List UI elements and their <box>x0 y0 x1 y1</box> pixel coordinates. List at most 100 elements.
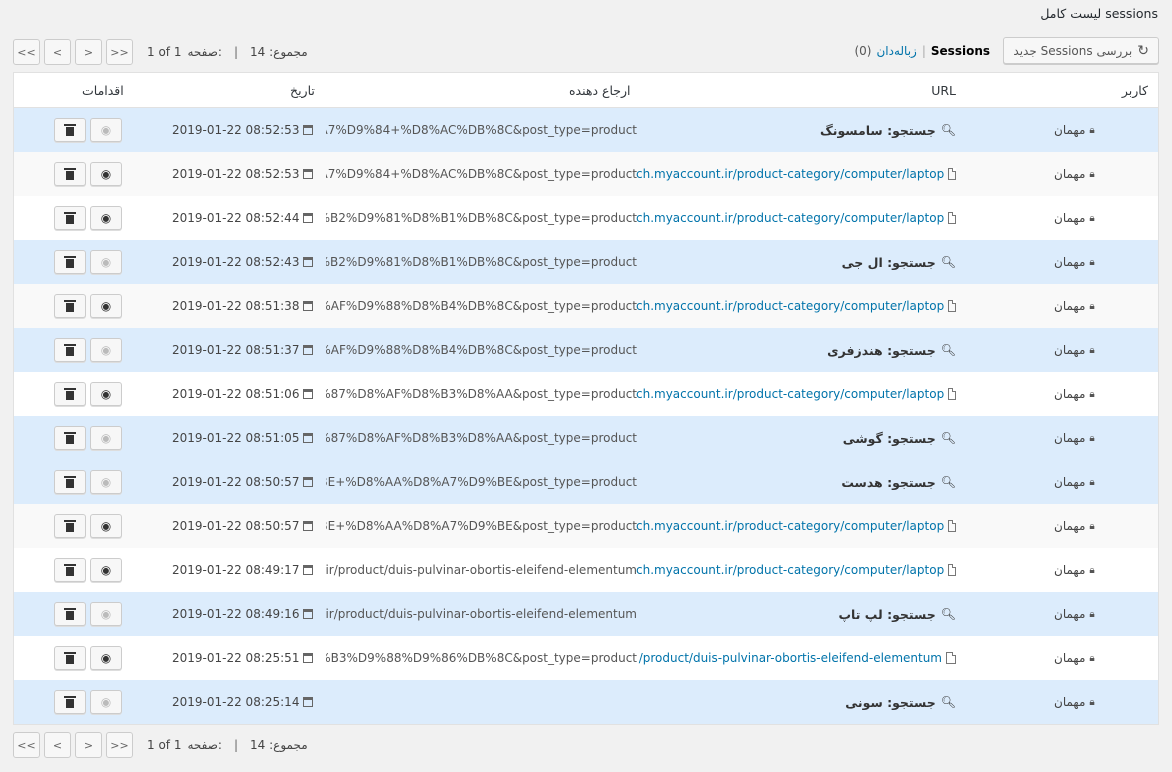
file-icon <box>948 168 956 180</box>
session-user-label: مهمان <box>1054 299 1086 313</box>
user-lock-icon: 🔒︎ <box>1089 652 1095 664</box>
session-url-link[interactable]: ch.myaccount.ir/product-category/compute… <box>636 563 944 577</box>
eye-icon: ◉ <box>100 387 112 401</box>
page-info: 1 of 1 <box>147 45 182 59</box>
view-button[interactable]: ◉ <box>90 646 122 670</box>
view-button[interactable]: ◉ <box>90 602 122 626</box>
table-row: 🔒︎ مهمان ch.myaccount.ir/product-category/… <box>14 284 1158 328</box>
search-icon: 🔍︎ <box>940 695 956 709</box>
session-user: 🔒︎ مهمان <box>1054 108 1144 152</box>
view-button[interactable]: ◉ <box>90 426 122 450</box>
view-button[interactable]: ◉ <box>90 690 122 714</box>
session-url-link[interactable]: ch.myaccount.ir/product-category/compute… <box>636 519 944 533</box>
column-user: کاربر <box>1121 83 1148 98</box>
delete-button[interactable] <box>54 382 86 406</box>
session-actions: ◉ <box>54 240 126 284</box>
session-user-label: مهمان <box>1054 343 1086 357</box>
delete-button[interactable] <box>54 426 86 450</box>
view-button[interactable]: ◉ <box>90 250 122 274</box>
session-user: 🔒︎ مهمان <box>1054 548 1144 592</box>
search-icon: 🔍︎ <box>940 475 956 489</box>
session-actions: ◉ <box>54 108 126 152</box>
delete-button[interactable] <box>54 250 86 274</box>
session-referrer-text: %D8%B3%D9%88%D9%86%DB%8C&post_type=produ… <box>326 651 637 665</box>
delete-button[interactable] <box>54 690 86 714</box>
session-user-label: مهمان <box>1054 607 1086 621</box>
page-info-group-bottom: 1 of 1 صفحه: | مجموع: 14 <box>147 738 308 752</box>
prev-page-button-bottom[interactable]: < <box>44 732 71 758</box>
session-user: 🔒︎ مهمان <box>1054 284 1144 328</box>
delete-button[interactable] <box>54 118 86 142</box>
trash-icon <box>64 431 76 444</box>
table-row: 🔒︎مهمان 🔍︎ جستجو: ال جی %D8%B2%D9%81%D8%B1%… <box>14 240 1158 284</box>
view-button[interactable]: ◉ <box>90 338 122 362</box>
column-url: URL <box>931 83 956 98</box>
user-lock-icon: 🔒︎ <box>1089 608 1095 620</box>
table-row: 🔒︎ مهمان/product/duis-pulvinar-obortis-el… <box>14 636 1158 680</box>
calendar-icon <box>303 389 314 399</box>
prev-page-button[interactable]: < <box>44 39 71 65</box>
user-lock-icon: 🔒︎ <box>1089 256 1095 268</box>
session-url-link[interactable]: ch.myaccount.ir/product-category/compute… <box>636 167 944 181</box>
view-button[interactable]: ◉ <box>90 162 122 186</box>
search-icon: 🔍︎ <box>940 255 956 269</box>
next-page-button-bottom[interactable]: > <box>75 732 102 758</box>
delete-button[interactable] <box>54 162 86 186</box>
table-body: 🔒︎ مهمان 🔍︎ جستجو: سامسونگ %A7%D9%84+%D8%AC%… <box>14 108 1158 724</box>
view-button[interactable]: ◉ <box>90 294 122 318</box>
delete-button[interactable] <box>54 338 86 362</box>
view-button[interactable]: ◉ <box>90 470 122 494</box>
delete-button[interactable] <box>54 558 86 582</box>
last-page-button-bottom[interactable]: >> <box>106 732 133 758</box>
view-button[interactable]: ◉ <box>90 206 122 230</box>
session-referrer: A%AF%D9%88%D8%B4%DB%8C&post_type=product <box>326 328 637 372</box>
session-url-search: جستجو: ال جی <box>841 254 936 270</box>
session-date: 2019-01-22 08:52:53 <box>172 108 314 152</box>
session-referrer: %BE+%D8%AA%D8%A7%D9%BE&post_type=product <box>326 460 637 504</box>
session-actions: ◉ <box>54 592 126 636</box>
delete-button[interactable] <box>54 470 86 494</box>
check-new-sessions-button[interactable]: ↻ بررسی Sessions جدید <box>1003 37 1159 64</box>
total-count-bottom: مجموع: 14 <box>250 738 308 752</box>
search-icon: 🔍︎ <box>940 123 956 137</box>
trash-icon <box>64 343 76 356</box>
session-referrer: A%AF%D9%88%D8%B4%DB%8C&post_type=product <box>326 284 637 328</box>
session-referrer: %A7%D9%84+%D8%AC%DB%8C&post_type=product <box>326 108 637 152</box>
session-url-search: جستجو: هندزفری <box>827 342 936 358</box>
view-button[interactable]: ◉ <box>90 382 122 406</box>
calendar-icon <box>303 301 314 311</box>
next-page-button[interactable]: > <box>75 39 102 65</box>
column-actions: اقدامات <box>82 83 124 98</box>
view-sessions-current[interactable]: Sessions <box>931 44 990 58</box>
column-date: تاریخ <box>290 83 315 98</box>
view-button[interactable]: ◉ <box>90 558 122 582</box>
user-lock-icon: 🔒︎ <box>1089 520 1095 532</box>
session-date: 2019-01-22 08:51:37 <box>172 328 314 372</box>
session-actions: ◉ <box>54 504 126 548</box>
view-button[interactable]: ◉ <box>90 514 122 538</box>
session-url: 🔍︎ جستجو: هندزفری <box>636 328 956 372</box>
delete-button[interactable] <box>54 294 86 318</box>
session-user: 🔒︎ مهمان <box>1054 636 1144 680</box>
view-button[interactable]: ◉ <box>90 118 122 142</box>
session-date: 2019-01-22 08:25:14 <box>172 680 314 724</box>
first-page-button-bottom[interactable]: << <box>13 732 40 758</box>
first-page-button[interactable]: << <box>13 39 40 65</box>
delete-button[interactable] <box>54 602 86 626</box>
session-referrer: %D8%B3%D9%88%D9%86%DB%8C&post_type=produ… <box>326 636 637 680</box>
session-url-link[interactable]: ch.myaccount.ir/product-category/compute… <box>636 387 944 401</box>
session-url-link[interactable]: /product/duis-pulvinar-obortis-eleifend-… <box>639 651 942 665</box>
session-url-link[interactable]: ch.myaccount.ir/product-category/compute… <box>636 299 944 313</box>
session-url-link[interactable]: ch.myaccount.ir/product-category/compute… <box>636 211 944 225</box>
session-actions: ◉ <box>54 196 126 240</box>
search-icon: 🔍︎ <box>940 607 956 621</box>
last-page-button[interactable]: >> <box>106 39 133 65</box>
column-referrer: ارجاع دهنده <box>569 83 631 98</box>
delete-button[interactable] <box>54 514 86 538</box>
delete-button[interactable] <box>54 646 86 670</box>
session-date: 2019-01-22 08:25:51 <box>172 636 314 680</box>
session-user-label: مهمان <box>1054 651 1086 665</box>
delete-button[interactable] <box>54 206 86 230</box>
table-header: کاربر URL ارجاع دهنده تاریخ اقدامات <box>14 73 1158 108</box>
view-trash-link[interactable]: زباله‌دان <box>876 44 916 58</box>
